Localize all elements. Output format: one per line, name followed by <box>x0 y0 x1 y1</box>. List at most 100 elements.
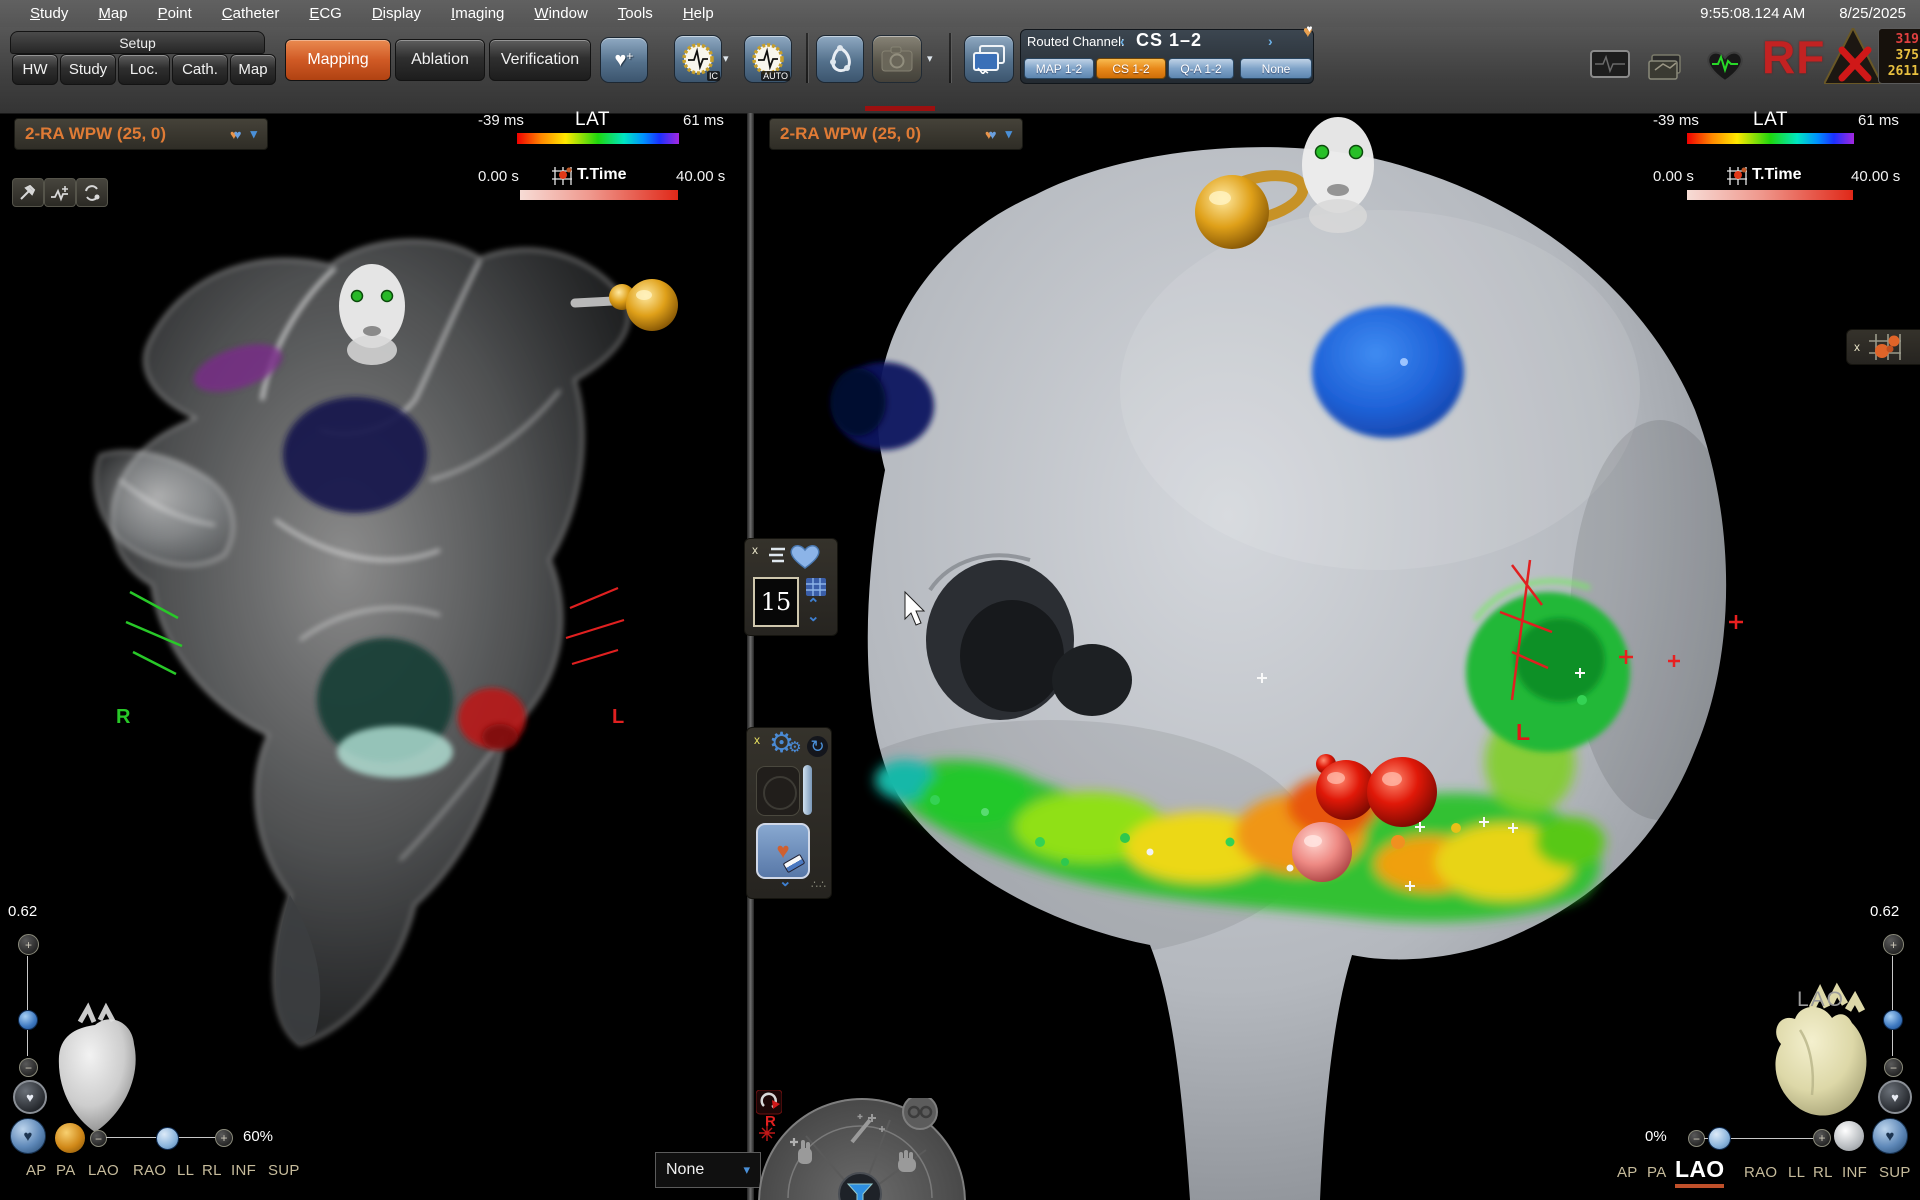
menu-window[interactable]: Window <box>534 5 587 22</box>
left-vslider-plus[interactable] <box>18 934 39 955</box>
right-vslider-handle[interactable] <box>1883 1010 1903 1030</box>
right-vslider-minus[interactable] <box>1884 1058 1903 1077</box>
mapping-button[interactable]: Mapping <box>285 39 391 81</box>
menu-point[interactable]: Point <box>158 5 192 22</box>
menu-study[interactable]: Study <box>30 5 68 22</box>
right-view-sup[interactable]: SUP <box>1879 1164 1911 1181</box>
viewport-divider[interactable] <box>747 113 754 1200</box>
setup-tab-map[interactable]: Map <box>230 54 276 85</box>
left-view-pa[interactable]: PA <box>56 1162 76 1179</box>
right-map-selector[interactable]: 2-RA WPW (25, 0) ♥♥ ▾ <box>769 118 1023 150</box>
left-tt-grid-icon <box>551 166 573 191</box>
left-view-inf[interactable]: INF <box>231 1162 256 1179</box>
right-zoom-minus[interactable] <box>1688 1130 1705 1147</box>
left-view-rao[interactable]: RAO <box>133 1162 166 1179</box>
ic-timing-button[interactable]: IC <box>674 35 722 83</box>
left-map-selector[interactable]: 2-RA WPW (25, 0) ♥♥ ▾ <box>14 118 268 150</box>
add-signal-tool[interactable] <box>44 178 76 207</box>
right-view-rao[interactable]: RAO <box>1744 1164 1777 1181</box>
right-view-lao[interactable]: LAO <box>1675 1156 1724 1188</box>
right-vslider-track[interactable] <box>1892 956 1893 1056</box>
panel-resize-grip[interactable]: ∴∴ <box>811 878 827 891</box>
left-zoom-handle[interactable] <box>156 1127 179 1150</box>
left-view-lao[interactable]: LAO <box>88 1162 119 1179</box>
catheter-setup-button[interactable] <box>816 35 864 83</box>
sync-views-tool[interactable] <box>76 178 108 207</box>
acquire-point-button[interactable]: ♥+ <box>600 37 648 83</box>
toolbar-separator <box>949 33 951 83</box>
left-gold-marker-button[interactable] <box>55 1123 85 1153</box>
snapshot-button[interactable] <box>872 35 922 83</box>
fill-threshold-tool[interactable] <box>12 178 44 207</box>
right-view-ap[interactable]: AP <box>1617 1164 1638 1181</box>
setup-tab-loc[interactable]: Loc. <box>118 54 170 85</box>
menu-help[interactable]: Help <box>683 5 714 22</box>
right-lat-colorbar[interactable] <box>1687 133 1854 144</box>
sphere-tool-button[interactable] <box>756 766 800 816</box>
verification-button[interactable]: Verification <box>489 39 591 81</box>
3d-scene-layer[interactable]: R L <box>0 113 1920 1200</box>
ablation-button[interactable]: Ablation <box>395 39 485 81</box>
screens-icon <box>972 44 1006 74</box>
right-zoom-plus[interactable] <box>1813 1129 1831 1147</box>
channel-cs12-button[interactable]: CS 1-2 <box>1096 58 1166 79</box>
ecg-heart-icon[interactable] <box>1704 48 1746 89</box>
map-fill-dropdown[interactable]: None ▾ <box>655 1152 761 1188</box>
right-zoom-handle[interactable] <box>1708 1127 1731 1150</box>
right-heart-view-button[interactable]: ♥ <box>1878 1080 1912 1114</box>
right-orientation-globe[interactable]: ♥ <box>1872 1118 1908 1154</box>
right-tt-colorbar[interactable] <box>1687 190 1853 200</box>
close-icon[interactable]: x <box>1854 341 1860 353</box>
setup-tab-cath[interactable]: Cath. <box>172 54 228 85</box>
channel-none-button[interactable]: None <box>1240 58 1312 79</box>
left-view-rl[interactable]: RL <box>202 1162 222 1179</box>
redo-icon[interactable]: ↻ <box>807 736 828 757</box>
close-icon[interactable]: x <box>754 734 760 746</box>
left-view-sup[interactable]: SUP <box>268 1162 300 1179</box>
close-icon[interactable]: x <box>752 544 758 556</box>
channel-map12-button[interactable]: MAP 1-2 <box>1024 58 1094 79</box>
ic-dropdown-chevron[interactable]: ▾ <box>723 52 729 65</box>
right-map-mesh[interactable]: L <box>790 117 1866 1200</box>
left-lat-title: LAT <box>575 109 610 131</box>
menu-ecg[interactable]: ECG <box>309 5 342 22</box>
left-heart-view-button[interactable]: ♥ <box>13 1080 47 1114</box>
spinner-down-button[interactable]: ⌄ <box>807 611 820 623</box>
right-view-pa[interactable]: PA <box>1647 1164 1667 1181</box>
panel-expand-chevron[interactable]: ⌄ <box>779 876 792 888</box>
menu-tools[interactable]: Tools <box>618 5 653 22</box>
left-map-mesh[interactable]: R L <box>59 240 678 1132</box>
menu-display[interactable]: Display <box>372 5 421 22</box>
left-view-ll[interactable]: LL <box>177 1162 194 1179</box>
tools-scrollbar[interactable] <box>803 765 812 815</box>
left-view-ap[interactable]: AP <box>26 1162 47 1179</box>
menu-imaging[interactable]: Imaging <box>451 5 504 22</box>
routed-next-arrow[interactable]: › <box>1268 33 1273 49</box>
left-zoom-plus[interactable] <box>215 1129 233 1147</box>
left-orientation-globe[interactable]: ♥ <box>10 1118 46 1154</box>
screen-layout-button[interactable] <box>964 35 1014 83</box>
left-vslider-track[interactable] <box>27 956 28 1056</box>
left-vslider-minus[interactable] <box>19 1058 38 1077</box>
auto-timing-button[interactable]: AUTO <box>744 35 792 83</box>
cine-layers-icon[interactable] <box>1648 52 1684 87</box>
routed-prev-arrow[interactable]: ‹ <box>1120 33 1125 49</box>
left-lat-colorbar[interactable] <box>517 133 679 144</box>
menu-map[interactable]: Map <box>98 5 127 22</box>
setup-tab-hw[interactable]: HW <box>12 54 58 85</box>
channel-qa12-button[interactable]: Q-A 1-2 <box>1168 58 1234 79</box>
right-view-rl[interactable]: RL <box>1813 1164 1833 1181</box>
eraser-tool-button[interactable]: ♥ <box>756 823 810 879</box>
right-view-inf[interactable]: INF <box>1842 1164 1867 1181</box>
right-white-marker-button[interactable] <box>1834 1121 1864 1151</box>
projection-distance-field[interactable]: 15 <box>753 577 799 627</box>
signals-monitor-icon[interactable] <box>1590 50 1630 87</box>
snapshot-dropdown-chevron[interactable]: ▾ <box>927 52 933 65</box>
right-view-ll[interactable]: LL <box>1788 1164 1805 1181</box>
left-tt-colorbar[interactable] <box>520 190 678 200</box>
left-vslider-handle[interactable] <box>18 1010 38 1030</box>
left-zoom-minus[interactable] <box>90 1130 107 1147</box>
setup-tab-study[interactable]: Study <box>60 54 116 85</box>
menu-catheter[interactable]: Catheter <box>222 5 280 22</box>
right-vslider-plus[interactable] <box>1883 934 1904 955</box>
